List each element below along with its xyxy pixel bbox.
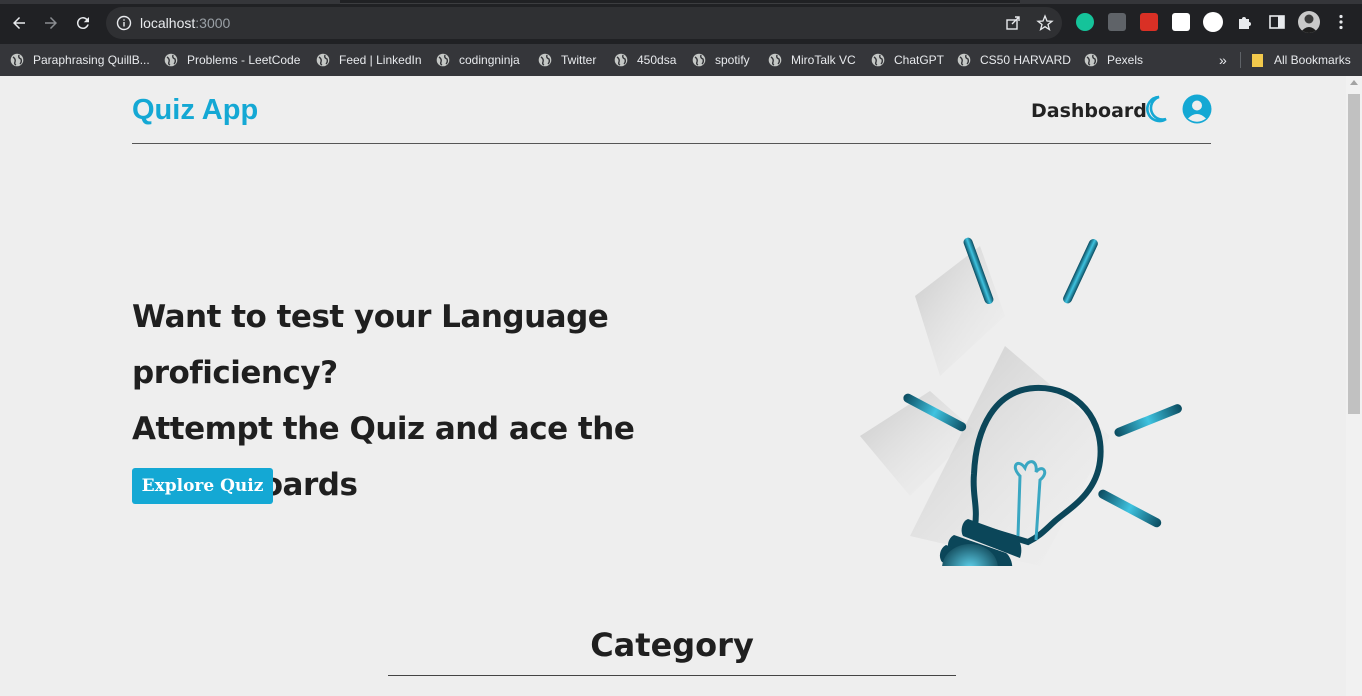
bookmark-item[interactable]: Pexels [1084, 51, 1143, 69]
url-text[interactable]: localhost:3000 [140, 15, 230, 31]
scroll-up-arrow-icon[interactable] [1350, 80, 1358, 85]
bookmark-item[interactable]: Feed | LinkedIn [316, 51, 422, 69]
globe-icon [957, 53, 971, 67]
bookmark-item[interactable]: Twitter [538, 51, 596, 69]
globe-icon [316, 53, 330, 67]
bookmark-star-icon[interactable] [1036, 14, 1054, 32]
category-divider [388, 675, 956, 676]
bookmark-item[interactable]: CS50 HARVARD [957, 51, 1071, 69]
bookmark-item[interactable]: ChatGPT [871, 51, 944, 69]
globe-icon [871, 53, 885, 67]
hero-line-2: Attempt the Quiz and ace the [132, 411, 635, 447]
side-panel-icon[interactable] [1268, 13, 1286, 31]
folder-icon [1252, 54, 1263, 67]
bookmark-label: CS50 HARVARD [980, 53, 1071, 67]
bookmark-item[interactable]: 450dsa [614, 51, 676, 69]
bookmark-item[interactable]: MiroTalk VC [768, 51, 856, 69]
bookmark-label: ChatGPT [894, 53, 945, 67]
bookmark-item[interactable]: Problems - LeetCode [164, 51, 300, 69]
globe-icon [692, 53, 706, 67]
bookmark-label: Feed | LinkedIn [339, 53, 422, 67]
extensions-puzzle-icon[interactable] [1236, 13, 1254, 31]
globe-icon [436, 53, 450, 67]
user-account-icon[interactable] [1182, 94, 1212, 124]
globe-icon [614, 53, 628, 67]
globe-icon [10, 53, 24, 67]
bookmarks-bar: Pexels CS50 HARVARD ChatGPT MiroTalk VC spot… [0, 44, 1362, 76]
bookmark-label: MiroTalk VC [791, 53, 856, 67]
bookmark-label: Problems - LeetCode [187, 53, 301, 67]
bookmark-label: spotify [715, 53, 750, 67]
app-navbar: Quiz App Dashboard [132, 76, 1212, 144]
profile-avatar[interactable] [1298, 11, 1320, 33]
bookmark-item[interactable]: codingninja [436, 51, 520, 69]
bookmark-item[interactable]: Paraphrasing QuillB... [10, 51, 150, 69]
bookmarks-divider [1240, 52, 1241, 68]
page-viewport: Quiz App Dashboard Want to test your Lan… [0, 76, 1362, 696]
bookmark-label: 450dsa [637, 53, 677, 67]
page-scrollbar[interactable] [1346, 76, 1362, 696]
hero-line-1: Want to test your Language proficiency? [132, 299, 609, 391]
bookmark-label: Paraphrasing QuillB... [33, 53, 150, 67]
bookmark-item[interactable]: spotify [692, 51, 750, 69]
menu-kebab-icon[interactable] [1332, 13, 1350, 31]
lightbulb-illustration [860, 237, 1182, 566]
bookmark-label: Pexels [1107, 53, 1144, 67]
moon-icon[interactable] [1142, 95, 1168, 123]
site-info-icon[interactable] [116, 15, 132, 31]
globe-icon [164, 53, 178, 67]
active-tab[interactable] [340, 0, 1020, 4]
all-bookmarks-button[interactable]: All Bookmarks [1251, 51, 1351, 69]
globe-icon [538, 53, 552, 67]
explore-quiz-button[interactable]: Explore Quiz [132, 468, 273, 504]
category-heading: Category [590, 626, 754, 664]
browser-toolbar: localhost:3000 [0, 0, 1362, 44]
address-bar[interactable]: localhost:3000 [106, 7, 1062, 39]
scrollbar-thumb[interactable] [1348, 94, 1360, 414]
extension-omega-icon[interactable] [1172, 13, 1190, 31]
extension-snowflake-icon[interactable] [1203, 12, 1223, 32]
back-arrow-icon[interactable] [8, 12, 30, 34]
globe-icon [768, 53, 782, 67]
grammarly-icon[interactable] [1076, 13, 1094, 31]
extension-red-icon[interactable] [1140, 13, 1158, 31]
globe-icon [1084, 53, 1098, 67]
more-bookmarks-button[interactable]: » [1219, 51, 1227, 69]
dashboard-link[interactable]: Dashboard [1031, 100, 1147, 122]
reload-icon[interactable] [72, 12, 94, 34]
all-bookmarks-label: All Bookmarks [1274, 53, 1351, 67]
forward-arrow-icon[interactable] [40, 12, 62, 34]
brand-logo[interactable]: Quiz App [132, 94, 258, 127]
extension-t-icon[interactable] [1108, 13, 1126, 31]
share-icon[interactable] [1004, 14, 1022, 32]
bookmark-label: Twitter [561, 53, 597, 67]
bookmark-label: codingninja [459, 53, 520, 67]
